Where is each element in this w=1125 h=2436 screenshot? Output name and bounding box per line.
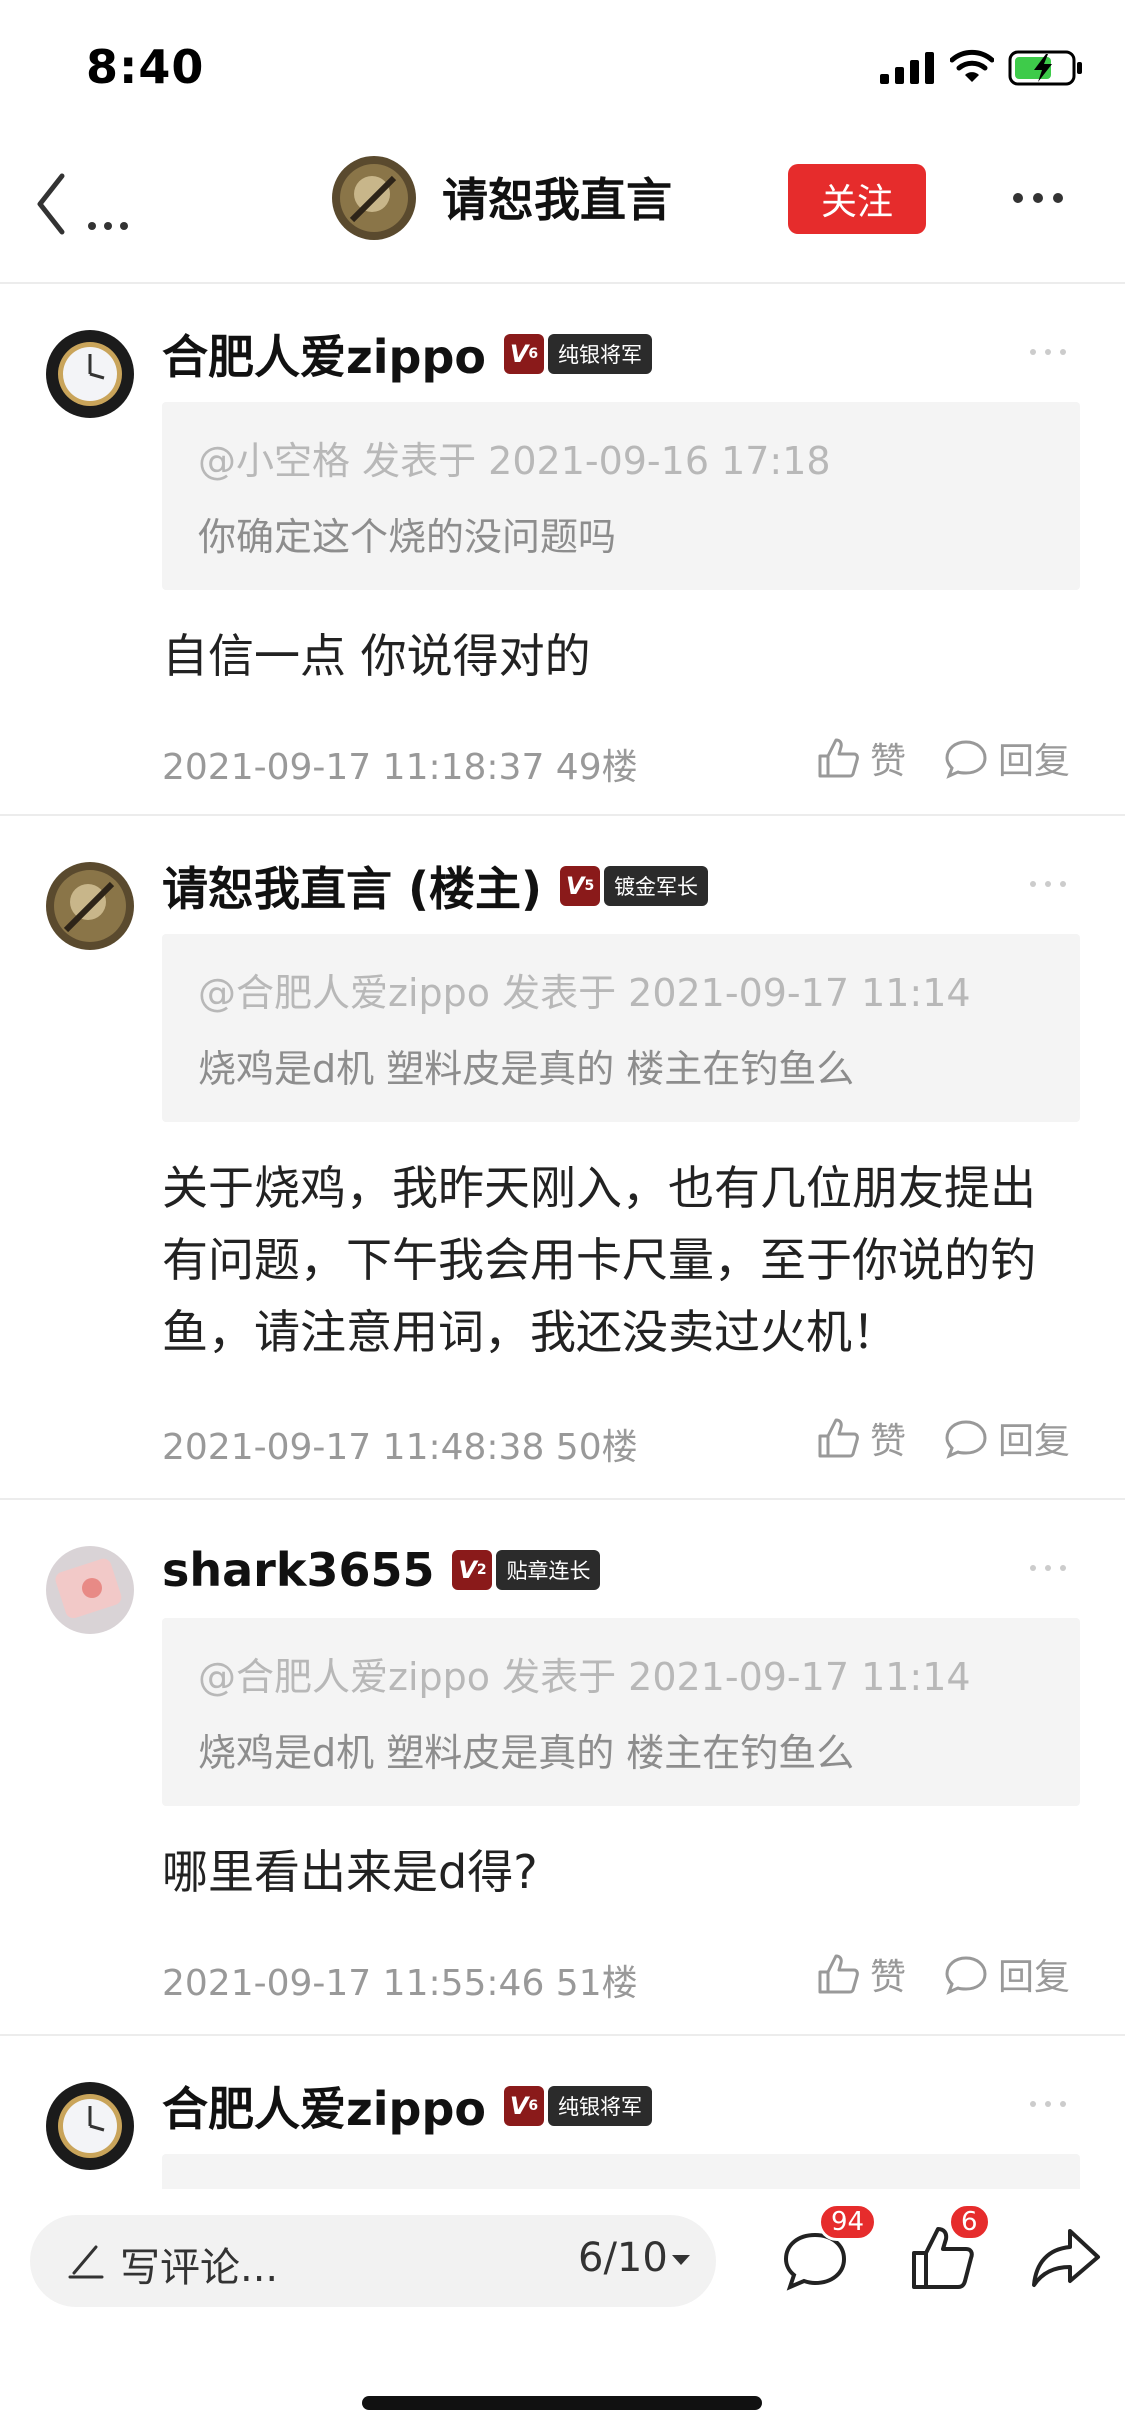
username[interactable]: 合肥人爱zippo [162,2073,486,2139]
pencil-icon [68,2245,104,2279]
status-time: 8:40 [86,40,205,94]
reply-icon [945,1420,987,1459]
level-badge: V5 [560,866,601,906]
comment-item: 请恕我直言 (楼主) V5 镀金军长 @合肥人爱zippo 发表于 2021-0… [0,816,1125,1500]
user-row: shark3655 V2 贴章连长 [162,1538,601,1602]
quote-text: 烧鸡是d机 塑料皮是真的 楼主在钓鱼么 [198,1047,855,1091]
comment-item: 合肥人爱zippo V6 纯银将军 @小空格 发表于 2021-09-16 17… [0,284,1125,816]
level-badge: V6 [504,2086,544,2126]
comment-footer: 2021-09-17 11:55:46 51楼 赞 回复 [162,1946,1080,2004]
quote-meta: @合肥人爱zippo 发表于 2021-09-17 11:14 [198,971,971,1015]
reply-button[interactable]: 回复 [944,1946,1070,2002]
avatar[interactable] [46,1546,134,1634]
avatar[interactable] [46,2082,134,2170]
rank-badge: 贴章连长 [496,1550,601,1590]
user-row: 请恕我直言 (楼主) V5 镀金军长 [162,853,709,919]
like-count-badge: 6 [948,2203,991,2241]
level-badge: V6 [504,334,544,374]
quote-text: 烧鸡是d机 塑料皮是真的 楼主在钓鱼么 [198,1731,855,1775]
reply-button[interactable]: 回复 [944,1410,1070,1466]
level-badge: V2 [452,1550,493,1590]
comment-list[interactable]: 合肥人爱zippo V6 纯银将军 @小空格 发表于 2021-09-16 17… [0,284,1125,2189]
comment-meta: 2021-09-17 11:48:38 50楼 [162,1427,638,1468]
wifi-icon [950,49,994,82]
avatar[interactable] [46,330,134,418]
comment-text: 哪里看出来是d得? [162,1845,538,1899]
comment-meta: 2021-09-17 11:18:37 49楼 [162,747,638,788]
share-icon[interactable] [1030,2223,1102,2293]
comment-count-badge: 94 [818,2203,878,2241]
comment-footer: 2021-09-17 11:48:38 50楼 赞 回复 [162,1410,1080,1468]
battery-icon [1008,50,1082,86]
nav-bar: 请恕我直言 关注 [0,136,1125,284]
comment-item: shark3655 V2 贴章连长 @合肥人爱zippo 发表于 2021-09… [0,1500,1125,2036]
like-button[interactable]: 赞 [816,1946,906,2002]
username[interactable]: 合肥人爱zippo [162,321,486,387]
page-selector[interactable]: 6/10 [578,2235,668,2281]
rank-badge: 纯银将军 [548,2086,652,2126]
more-icon[interactable] [1008,176,1068,220]
quote-text: 你确定这个烧的没问题吗 [198,515,617,559]
comment-meta: 2021-09-17 11:55:46 51楼 [162,1963,638,2004]
like-icon [818,1418,859,1458]
follow-button[interactable]: 关注 [788,164,926,234]
quoted-comment[interactable] [162,2154,1080,2189]
quote-meta: @合肥人爱zippo 发表于 2021-09-17 11:14 [198,1655,971,1699]
quoted-comment[interactable]: @合肥人爱zippo 发表于 2021-09-17 11:14 烧鸡是d机 塑料… [162,1618,1080,1806]
quote-meta: @小空格 发表于 2021-09-16 17:18 [198,439,831,483]
quoted-comment[interactable]: @合肥人爱zippo 发表于 2021-09-17 11:14 烧鸡是d机 塑料… [162,934,1080,1122]
status-bar: 8:40 [0,0,1125,136]
comment-more-icon[interactable] [1028,342,1068,362]
comment-placeholder: 写评论... [120,2245,279,2291]
comment-text: 自信一点 你说得对的 [162,629,591,683]
comment-text: 关于烧鸡，我昨天刚入，也有几位朋友提出有问题，下午我会用卡尺量，至于你说的钓鱼，… [162,1161,1036,1359]
comment-more-icon[interactable] [1028,1558,1068,1578]
username[interactable]: 请恕我直言 (楼主) [162,853,542,919]
comment-input[interactable]: 写评论... 6/10 [30,2215,716,2307]
page-title: 请恕我直言 [442,173,672,227]
username[interactable]: shark3655 [162,1543,434,1597]
caret-down-icon[interactable] [670,2253,692,2267]
author-avatar[interactable] [332,156,416,240]
comment-item: 合肥人爱zippo V6 纯银将军 [0,2036,1125,2189]
user-row: 合肥人爱zippo V6 纯银将军 [162,322,652,386]
like-button[interactable]: 赞 [816,730,906,786]
like-icon [818,738,859,778]
user-row: 合肥人爱zippo V6 纯银将军 [162,2074,652,2138]
like-button[interactable]: 赞 [816,1410,906,1466]
comment-footer: 2021-09-17 11:18:37 49楼 赞 回复 [162,730,1080,788]
back-icon[interactable] [34,166,144,246]
avatar[interactable] [46,862,134,950]
reply-button[interactable]: 回复 [944,730,1070,786]
reply-icon [945,740,987,779]
comment-more-icon[interactable] [1028,2094,1068,2114]
signal-icon [880,52,934,84]
rank-badge: 纯银将军 [548,334,652,374]
comment-more-icon[interactable] [1028,874,1068,894]
rank-badge: 镀金军长 [604,866,709,906]
like-icon [818,1954,859,1994]
quoted-comment[interactable]: @小空格 发表于 2021-09-16 17:18 你确定这个烧的没问题吗 [162,402,1080,590]
reply-icon [945,1956,987,1995]
home-indicator [362,2396,762,2410]
